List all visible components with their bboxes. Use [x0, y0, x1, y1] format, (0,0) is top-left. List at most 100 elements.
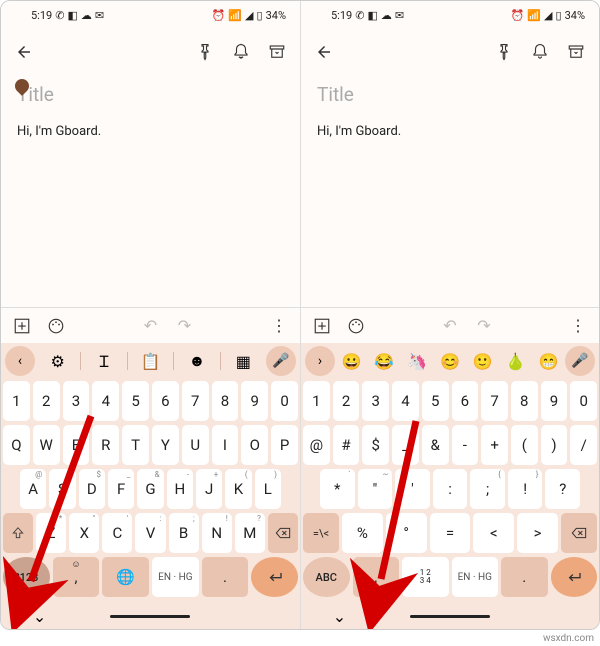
back-icon[interactable]	[315, 43, 333, 61]
archive-icon[interactable]	[268, 43, 286, 61]
add-box-icon[interactable]	[13, 317, 31, 335]
key-z[interactable]: Z*	[36, 513, 66, 553]
comma-key[interactable]: ☺,	[53, 557, 100, 597]
sym-key-0[interactable]: @	[303, 425, 330, 465]
space-key[interactable]: EN · HG	[152, 557, 199, 597]
key-t[interactable]: T	[122, 425, 149, 465]
sym-key3-1[interactable]: °	[386, 513, 427, 553]
key-f[interactable]: F_	[108, 469, 134, 509]
num-key-3[interactable]: 3	[362, 381, 389, 421]
sym-key-9[interactable]: /	[570, 425, 597, 465]
sug-sticker-icon[interactable]: ☻	[174, 351, 219, 371]
more-symbols-key[interactable]: =\<	[303, 513, 339, 553]
num-key-9[interactable]: 9	[241, 381, 268, 421]
title-input[interactable]: Title	[17, 83, 284, 106]
sym-key2-0[interactable]: *`	[320, 469, 355, 509]
more-icon[interactable]: ⋮	[270, 317, 288, 335]
sym-key2-1[interactable]: "~	[358, 469, 393, 509]
sug-clipboard-icon[interactable]: 📋	[128, 352, 173, 371]
sym-key2-4[interactable]: ;{	[470, 469, 505, 509]
key-h[interactable]: H-	[167, 469, 193, 509]
globe-key[interactable]: 🌐	[102, 557, 149, 597]
key-y[interactable]: Y	[152, 425, 179, 465]
numpad-key[interactable]: 1 2 3 4	[402, 557, 449, 597]
nav-home[interactable]	[110, 615, 190, 618]
archive-icon[interactable]	[567, 43, 585, 61]
sug-cursor-icon[interactable]: Ɪ	[81, 350, 126, 372]
period-key[interactable]: .	[202, 557, 249, 597]
num-key-2[interactable]: 2	[333, 381, 360, 421]
num-key-1[interactable]: 1	[3, 381, 30, 421]
period-key[interactable]: .	[501, 557, 548, 597]
body-text[interactable]: Hi, I'm Gboard.	[317, 124, 583, 139]
mic-icon[interactable]: 🎤	[565, 346, 595, 376]
num-key-8[interactable]: 8	[212, 381, 239, 421]
switch-abc-key[interactable]: ABC	[303, 557, 350, 597]
key-g[interactable]: G&	[137, 469, 163, 509]
key-x[interactable]: X"	[69, 513, 99, 553]
key-l[interactable]: L)	[255, 469, 281, 509]
sym-key3-0[interactable]: %	[342, 513, 383, 553]
num-key-2[interactable]: 2	[33, 381, 60, 421]
enter-key[interactable]	[551, 557, 598, 597]
reminder-icon[interactable]	[531, 43, 549, 61]
num-key-9[interactable]: 9	[541, 381, 568, 421]
sym-key-4[interactable]: &	[422, 425, 449, 465]
undo-icon[interactable]: ↶	[142, 317, 160, 335]
sym-key-7[interactable]: (	[511, 425, 538, 465]
add-box-icon[interactable]	[313, 317, 331, 335]
sym-key3-3[interactable]: <	[473, 513, 514, 553]
palette-icon[interactable]	[347, 317, 365, 335]
expand-right-icon[interactable]: ›	[305, 346, 335, 376]
title-input[interactable]: Title	[317, 83, 583, 106]
key-c[interactable]: C'	[102, 513, 132, 553]
num-key-6[interactable]: 6	[152, 381, 179, 421]
note-content[interactable]: Title Hi, I'm Gboard.	[301, 75, 599, 307]
mic-icon[interactable]: 🎤	[266, 346, 296, 376]
sym-key-1[interactable]: #	[333, 425, 360, 465]
num-key-5[interactable]: 5	[422, 381, 449, 421]
key-e[interactable]: E	[63, 425, 90, 465]
key-o[interactable]: O	[241, 425, 268, 465]
shift-key[interactable]	[3, 513, 33, 553]
key-j[interactable]: J+	[196, 469, 222, 509]
sym-key3-4[interactable]: >	[517, 513, 558, 553]
key-b[interactable]: B;	[169, 513, 199, 553]
sym-key-8[interactable]: )	[541, 425, 568, 465]
key-n[interactable]: N!	[202, 513, 232, 553]
key-v[interactable]: V:	[135, 513, 165, 553]
sym-key-6[interactable]: +	[481, 425, 508, 465]
key-q[interactable]: Q	[3, 425, 30, 465]
expand-left-icon[interactable]: ‹	[5, 346, 35, 376]
sug-gif-icon[interactable]: ▦	[221, 352, 266, 371]
emoji-sug[interactable]: 🙂	[466, 352, 499, 371]
key-u[interactable]: U	[182, 425, 209, 465]
key-m[interactable]: M?	[235, 513, 265, 553]
num-key-4[interactable]: 4	[92, 381, 119, 421]
num-key-7[interactable]: 7	[182, 381, 209, 421]
sug-settings-icon[interactable]: ⚙	[35, 352, 80, 371]
undo-icon[interactable]: ↶	[441, 317, 459, 335]
num-key-5[interactable]: 5	[122, 381, 149, 421]
space-key[interactable]: EN · HG	[452, 557, 499, 597]
sym-key2-2[interactable]: '	[395, 469, 430, 509]
key-p[interactable]: P	[271, 425, 298, 465]
comma-key[interactable]: ,	[353, 557, 400, 597]
switch-symbols-key[interactable]: ?123	[3, 557, 50, 597]
key-r[interactable]: R	[92, 425, 119, 465]
more-icon[interactable]: ⋮	[569, 317, 587, 335]
num-key-1[interactable]: 1	[303, 381, 330, 421]
backspace-key[interactable]	[268, 513, 298, 553]
num-key-0[interactable]: 0	[271, 381, 298, 421]
num-key-4[interactable]: 4	[392, 381, 419, 421]
num-key-7[interactable]: 7	[481, 381, 508, 421]
emoji-sug[interactable]: 😁	[532, 352, 565, 371]
pin-icon[interactable]	[196, 43, 214, 61]
pin-icon[interactable]	[495, 43, 513, 61]
emoji-sug[interactable]: 😊	[434, 352, 467, 371]
sym-key-3[interactable]: _	[392, 425, 419, 465]
reminder-icon[interactable]	[232, 43, 250, 61]
backspace-key[interactable]	[561, 513, 597, 553]
palette-icon[interactable]	[47, 317, 65, 335]
sym-key-5[interactable]: -	[452, 425, 479, 465]
